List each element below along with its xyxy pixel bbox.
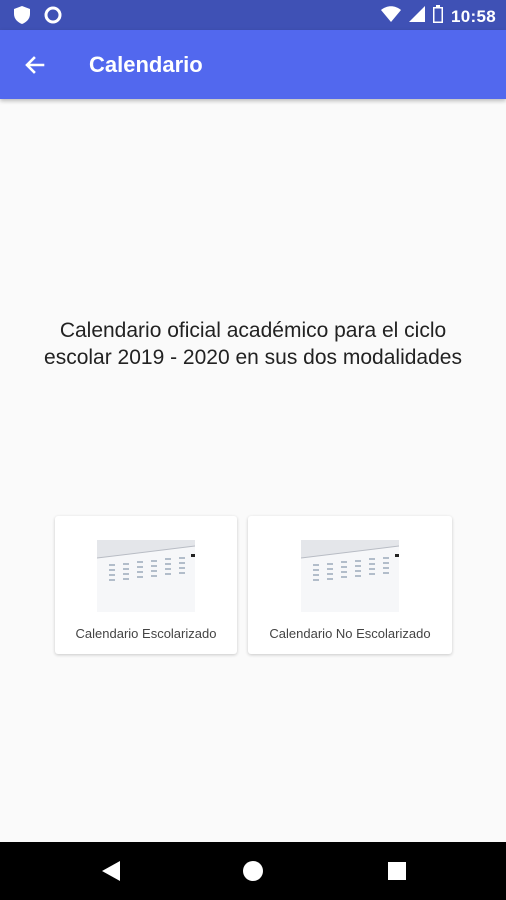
- wifi-icon: [381, 6, 402, 27]
- square-recents-icon: [388, 862, 406, 880]
- app-title: Calendario: [89, 52, 203, 77]
- status-bar: 10:58: [0, 0, 506, 30]
- signal-icon: [409, 6, 426, 27]
- calendar-card-no-escolarizado[interactable]: Calendario No Escolarizado: [248, 516, 452, 654]
- status-time: 10:58: [451, 6, 496, 26]
- triangle-back-icon: [102, 861, 120, 881]
- nav-home-button[interactable]: [242, 860, 264, 887]
- navigation-bar: [0, 842, 506, 900]
- battery-icon: [433, 5, 444, 28]
- calendar-thumbnail-image: [97, 540, 195, 612]
- circle-home-icon: [243, 861, 263, 881]
- back-button[interactable]: [20, 50, 50, 80]
- circle-icon: [44, 6, 62, 29]
- calendar-card-escolarizado[interactable]: Calendario Escolarizado: [55, 516, 237, 654]
- nav-back-button[interactable]: [100, 860, 122, 887]
- shield-icon: [14, 6, 30, 29]
- nav-recents-button[interactable]: [386, 860, 408, 887]
- calendar-thumbnail-image: [301, 540, 399, 612]
- card-label: Calendario Escolarizado: [75, 626, 217, 641]
- page-description: Calendario oficial académico para el cic…: [44, 319, 462, 369]
- app-bar: Calendario: [0, 30, 506, 99]
- arrow-left-icon: [25, 56, 45, 74]
- card-label: Calendario No Escolarizado: [269, 626, 431, 641]
